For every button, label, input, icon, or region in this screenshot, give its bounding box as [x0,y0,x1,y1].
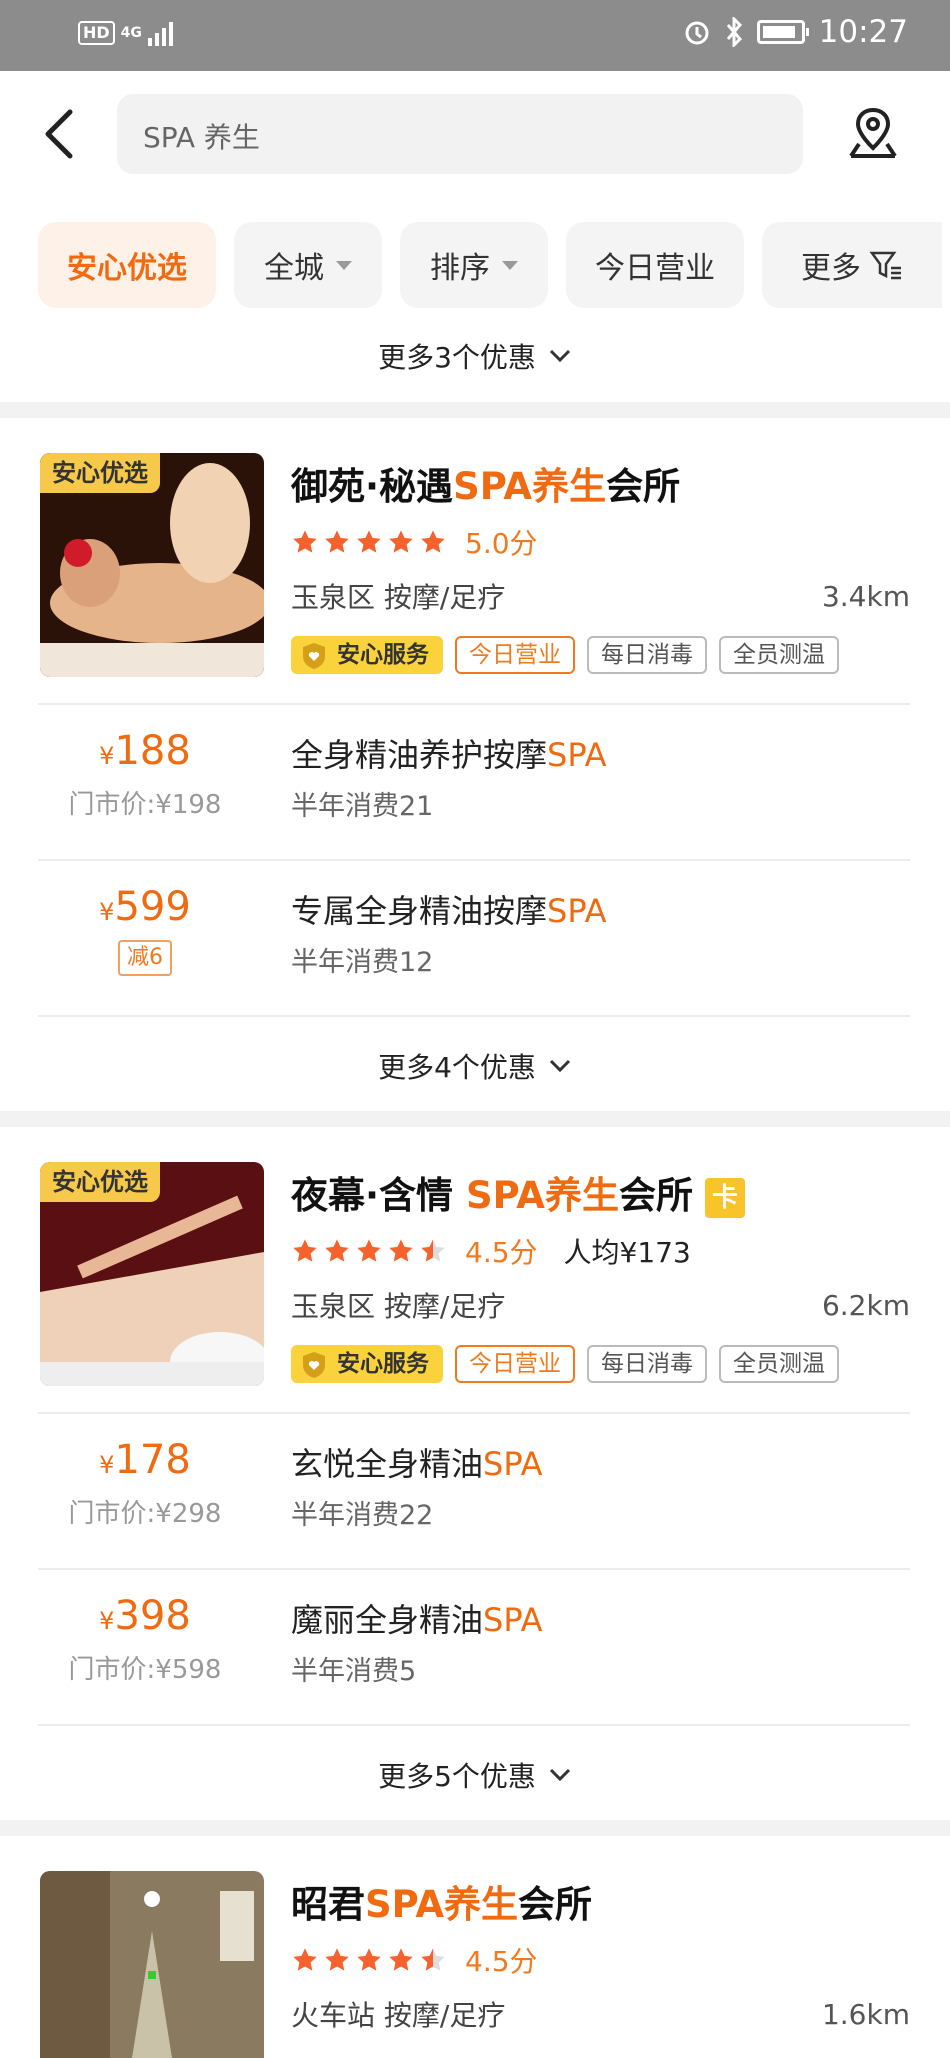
shop-name[interactable]: 夜幕·含情 SPA养生会所卡 [291,1165,745,1219]
tag-temperature: 全员测温 [719,636,839,674]
shop-distance: 1.6km [821,1998,910,2031]
shop-name[interactable]: 昭君SPA养生会所 [291,1874,592,1928]
tag-open-today: 今日营业 [455,1345,575,1383]
avg-price: 人均¥173 [563,1236,691,1269]
rating: 4.5分 [291,1940,538,1980]
more-offers-label: 更多4个优惠 [378,1051,536,1084]
star-rating-icon [291,1946,451,1974]
rating: 5.0分 [291,522,538,562]
shop-thumbnail[interactable] [40,1871,264,2058]
shield-icon [303,643,325,669]
deal-title[interactable]: 专属全身精油按摩SPA [291,886,606,932]
shield-icon [303,1352,325,1378]
divider [38,1412,910,1414]
bluetooth-icon [726,17,742,47]
filter-label: 排序 [430,251,490,286]
chevron-down-icon [549,349,570,363]
shop-distance: 3.4km [821,580,910,613]
status-bar: HD 4G 10:27 [0,0,950,71]
divider [38,859,910,861]
hd-indicator: HD [78,21,115,45]
filter-label: 更多 [801,251,861,286]
signal-icon [147,20,173,46]
shop-distance: 6.2km [821,1289,910,1322]
divider [38,1568,910,1570]
clock: 10:27 [818,14,908,50]
more-offers-shop2[interactable]: 更多5个优惠 [0,1755,950,1795]
filter-label: 今日营业 [595,251,715,286]
shop-name-post: 会所 [606,465,681,508]
network-label: 4G [120,25,142,41]
deal-price: ¥599 [99,884,191,930]
caret-down-icon [502,260,518,270]
search-text: SPA 养生 [143,121,260,154]
filter-anxin[interactable]: 安心优选 [38,222,216,308]
location-pin-icon[interactable] [845,104,901,160]
more-offers-shop1[interactable]: 更多4个优惠 [0,1046,950,1086]
filter-sort[interactable]: 排序 [400,222,548,308]
rating-score: 4.5分 [465,1236,538,1269]
tag-disinfect: 每日消毒 [587,1345,707,1383]
deal-sold: 半年消费5 [291,1656,417,1687]
deal-title[interactable]: 全身精油养护按摩SPA [291,730,606,776]
battery-icon [756,20,809,44]
back-arrow-icon[interactable] [40,108,80,160]
filter-more[interactable]: 更多 [762,222,942,308]
filter-label: 全城 [264,251,324,286]
section-divider [0,402,950,418]
deal-price: ¥398 [99,1593,191,1639]
filter-label: 安心优选 [67,251,187,286]
more-offers-label: 更多3个优惠 [378,341,536,374]
spa-photo [40,1871,264,2058]
anxin-badge: 安心优选 [40,453,160,493]
filter-city[interactable]: 全城 [234,222,382,308]
divider [38,703,910,705]
deal-orig-price: 门市价:¥198 [68,790,222,820]
deal-title[interactable]: 玄悦全身精油SPA [291,1439,542,1485]
tag-anxin-service: 安心服务 [291,1345,443,1383]
filter-open-today[interactable]: 今日营业 [566,222,744,308]
divider [38,1015,910,1017]
deal-orig-price: 门市价:¥598 [68,1655,222,1685]
rating: 4.5分 人均¥173 [291,1231,691,1271]
deal-orig-price: 门市价:¥298 [68,1499,222,1529]
anxin-badge: 安心优选 [40,1162,160,1202]
shop-name-pre: 御苑·秘遇 [291,465,454,508]
tag-disinfect: 每日消毒 [587,636,707,674]
section-divider [0,1820,950,1836]
section-divider [0,1111,950,1127]
shop-name-highlight: SPA养生 [453,465,607,508]
chevron-down-icon [549,1768,570,1782]
star-rating-icon [291,528,451,556]
tag-list: 安心服务 今日营业 每日消毒 全员测温 [291,1345,839,1383]
shop-area: 火车站 按摩/足疗 [291,1999,506,2032]
more-offers-top[interactable]: 更多3个优惠 [0,336,950,376]
deal-price: ¥178 [99,1437,191,1483]
star-rating-icon [291,1237,451,1265]
deal-sold: 半年消费21 [291,791,434,822]
funnel-icon [869,251,901,280]
tag-open-today: 今日营业 [455,636,575,674]
chevron-down-icon [549,1059,570,1073]
caret-down-icon [336,260,352,270]
deal-price: ¥188 [99,728,191,774]
member-card-icon: 卡 [704,1177,745,1218]
shop-area: 玉泉区 按摩/足疗 [291,581,506,614]
deal-sold: 半年消费12 [291,947,434,978]
rating-score: 5.0分 [465,527,538,560]
rating-score: 4.5分 [465,1945,538,1978]
alarm-icon [685,21,709,45]
tag-list: 安心服务 今日营业 每日消毒 全员测温 [291,636,839,674]
search-input[interactable]: SPA 养生 [117,94,803,174]
discount-badge: 减6 [118,940,172,976]
divider [38,1724,910,1726]
deal-title[interactable]: 魔丽全身精油SPA [291,1595,542,1641]
shop-name[interactable]: 御苑·秘遇SPA养生会所 [291,456,680,510]
tag-anxin-service: 安心服务 [291,636,443,674]
shop-area: 玉泉区 按摩/足疗 [291,1290,506,1323]
tag-temperature: 全员测温 [719,1345,839,1383]
more-offers-label: 更多5个优惠 [378,1760,536,1793]
deal-sold: 半年消费22 [291,1500,434,1531]
